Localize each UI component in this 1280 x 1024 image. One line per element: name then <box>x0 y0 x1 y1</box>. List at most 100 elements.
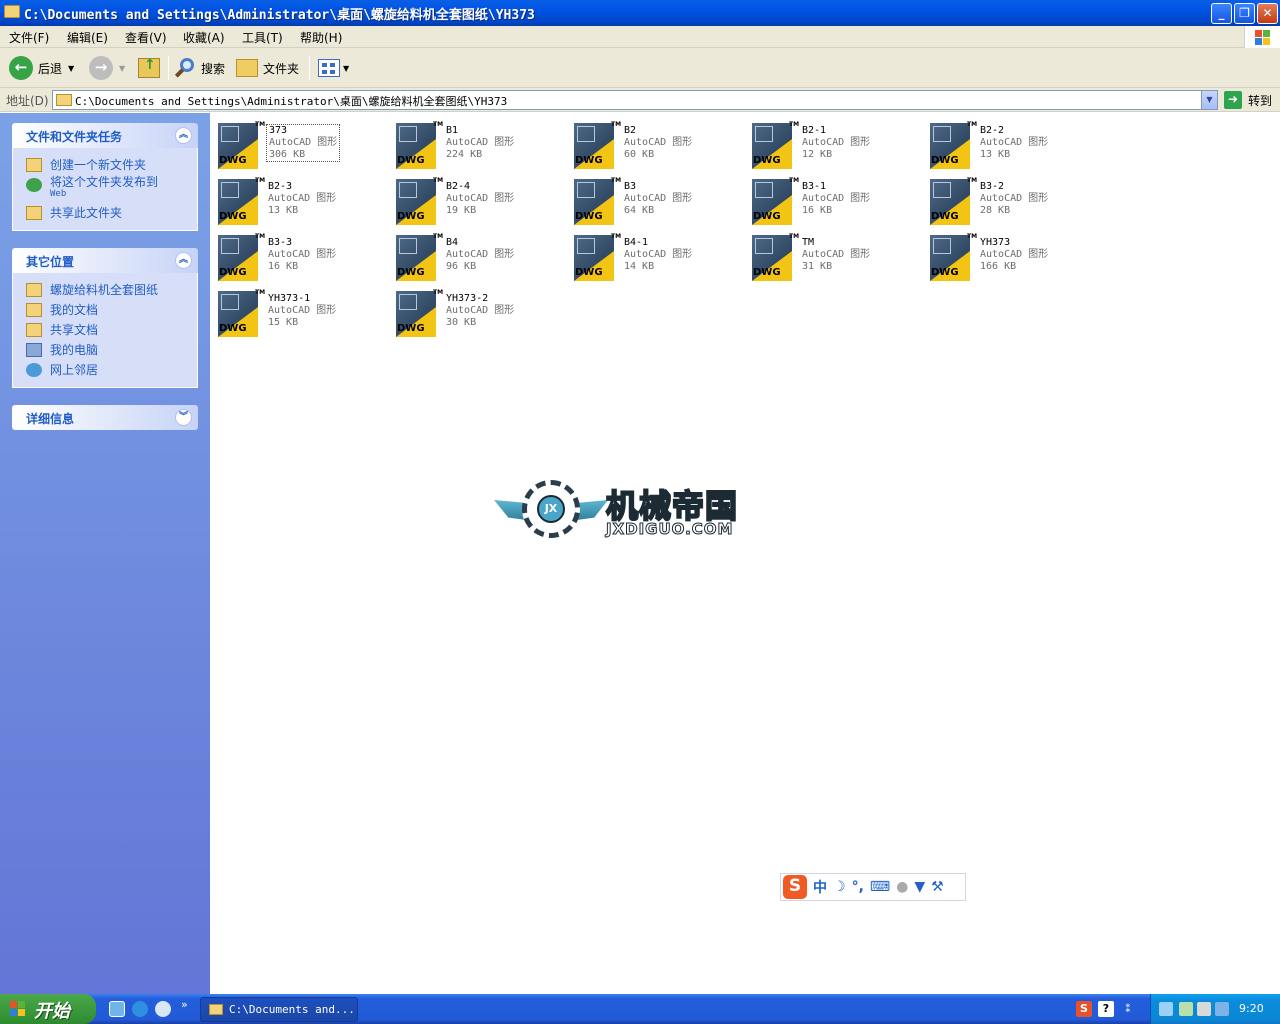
other-places-header[interactable]: 其它位置 ︽ <box>12 248 198 273</box>
place-shared-documents[interactable]: 共享文档 <box>13 321 197 341</box>
file-item[interactable]: DWG TM YH373-1 AutoCAD 图形 15 KB <box>212 284 390 340</box>
chevron-down-icon[interactable]: ▼ <box>68 64 74 73</box>
file-type: AutoCAD 图形 <box>980 249 1049 260</box>
ime-mode[interactable]: 中 <box>813 877 827 897</box>
go-button[interactable]: ➜ 转到 <box>1224 91 1272 109</box>
go-label: 转到 <box>1248 93 1273 108</box>
wrench-icon[interactable]: ⚒ <box>931 879 944 895</box>
chevron-down-icon[interactable]: ▼ <box>1201 91 1217 109</box>
file-name: YH373 <box>980 237 1011 248</box>
punctuation-icon[interactable]: °, <box>852 879 864 895</box>
show-desktop-icon[interactable] <box>109 1001 125 1017</box>
menu-help[interactable]: 帮助(H) <box>300 29 342 46</box>
place-label: 我的电脑 <box>50 343 99 357</box>
forward-button[interactable]: → ▼ <box>89 56 125 80</box>
file-item[interactable]: DWG TM B1 AutoCAD 图形 224 KB <box>390 116 568 172</box>
volume-icon[interactable] <box>1215 1002 1229 1016</box>
file-item[interactable]: DWG TM B3-2 AutoCAD 图形 28 KB <box>924 172 1102 228</box>
file-item[interactable]: DWG TM B2 AutoCAD 图形 60 KB <box>568 116 746 172</box>
file-item[interactable]: DWG TM B2-1 AutoCAD 图形 12 KB <box>746 116 924 172</box>
device-icon[interactable] <box>1197 1002 1211 1016</box>
ime-tray-icon[interactable]: ⁑ <box>1120 1001 1136 1017</box>
views-button[interactable]: ▼ <box>318 56 349 80</box>
file-tasks-header[interactable]: 文件和文件夹任务 ︽ <box>12 123 198 148</box>
collapse-icon[interactable]: ︽ <box>175 127 192 144</box>
place-network[interactable]: 网上邻居 <box>13 361 197 381</box>
file-item[interactable]: DWG TM B2-2 AutoCAD 图形 13 KB <box>924 116 1102 172</box>
dwg-file-icon: DWG TM <box>396 177 443 225</box>
quick-launch-icon[interactable] <box>155 1001 171 1017</box>
toolbar: ← 后退 ▼ → ▼ ↑ 搜索 文件夹 ▼ <box>0 48 1280 88</box>
search-button[interactable]: 搜索 <box>174 56 225 80</box>
address-value[interactable]: C:\Documents and Settings\Administrator\… <box>75 93 507 109</box>
address-bar: 地址(D) C:\Documents and Settings\Administ… <box>0 88 1280 112</box>
forward-arrow-icon: → <box>89 56 113 80</box>
file-item[interactable]: DWG TM B4-1 AutoCAD 图形 14 KB <box>568 228 746 284</box>
file-item[interactable]: DWG TM YH373 AutoCAD 图形 166 KB <box>924 228 1102 284</box>
network-icon[interactable] <box>1159 1002 1173 1016</box>
maximize-button[interactable]: ❐ <box>1234 3 1255 24</box>
back-button[interactable]: ← 后退 ▼ <box>9 56 74 80</box>
file-item[interactable]: DWG TM TM AutoCAD 图形 31 KB <box>746 228 924 284</box>
file-item[interactable]: DWG TM YH373-2 AutoCAD 图形 30 KB <box>390 284 568 340</box>
file-tasks-panel: 文件和文件夹任务 ︽ 创建一个新文件夹 将这个文件夹发布到 Web 共享此文件夹 <box>12 123 198 231</box>
up-folder-button[interactable]: ↑ <box>138 56 160 80</box>
file-item[interactable]: DWG TM 373 AutoCAD 图形 306 KB <box>212 116 390 172</box>
minimize-button[interactable]: _ <box>1211 3 1232 24</box>
dwg-file-icon: DWG TM <box>396 289 443 337</box>
menu-edit[interactable]: 编辑(E) <box>67 29 108 46</box>
file-name: B2-2 <box>980 125 1005 136</box>
menu-favorites[interactable]: 收藏(A) <box>183 29 225 46</box>
sogou-tray-icon[interactable]: S <box>1076 1001 1092 1017</box>
chevron-down-icon[interactable]: ▼ <box>343 64 349 73</box>
place-my-documents[interactable]: 我的文档 <box>13 301 197 321</box>
expand-icon[interactable]: ︾ <box>175 409 192 426</box>
file-name: 373 <box>269 125 288 136</box>
close-button[interactable]: ✕ <box>1257 3 1278 24</box>
help-icon[interactable]: ? <box>1098 1001 1114 1017</box>
folders-button[interactable]: 文件夹 <box>236 56 299 80</box>
file-type: AutoCAD 图形 <box>446 305 515 316</box>
file-item[interactable]: DWG TM B3-3 AutoCAD 图形 16 KB <box>212 228 390 284</box>
file-item[interactable]: DWG TM B2-4 AutoCAD 图形 19 KB <box>390 172 568 228</box>
collapse-icon[interactable]: ︽ <box>175 252 192 269</box>
quick-launch-more[interactable]: » <box>181 998 188 1011</box>
share-folder-icon <box>26 206 42 220</box>
place-parent-folder[interactable]: 螺旋给料机全套图纸 <box>13 281 197 301</box>
file-size: 64 KB <box>624 205 655 216</box>
computer-icon <box>26 343 42 357</box>
menu-view[interactable]: 查看(V) <box>125 29 167 46</box>
place-my-computer[interactable]: 我的电脑 <box>13 341 197 361</box>
chevron-down-icon[interactable]: ▼ <box>119 64 125 73</box>
sogou-logo-icon[interactable]: S <box>783 875 807 899</box>
file-item[interactable]: DWG TM B3 AutoCAD 图形 64 KB <box>568 172 746 228</box>
moon-icon[interactable]: ☽ <box>833 879 846 895</box>
file-size: 13 KB <box>268 205 299 216</box>
menu-tools[interactable]: 工具(T) <box>242 29 283 46</box>
dwg-file-icon: DWG TM <box>574 177 621 225</box>
file-item[interactable]: DWG TM B2-3 AutoCAD 图形 13 KB <box>212 172 390 228</box>
file-name: B3-2 <box>980 181 1005 192</box>
task-publish-web[interactable]: 将这个文件夹发布到 Web <box>13 176 197 204</box>
start-button[interactable]: 开始 <box>0 994 96 1024</box>
task-share-folder[interactable]: 共享此文件夹 <box>13 204 197 224</box>
task-label: 共享此文件夹 <box>50 206 123 220</box>
folder-icon <box>56 94 72 106</box>
user-icon[interactable]: ● <box>896 879 908 895</box>
address-input[interactable]: C:\Documents and Settings\Administrator\… <box>52 90 1218 110</box>
taskbar-window-button[interactable]: C:\Documents and... <box>200 997 358 1022</box>
security-icon[interactable] <box>1179 1002 1193 1016</box>
file-item[interactable]: DWG TM B3-1 AutoCAD 图形 16 KB <box>746 172 924 228</box>
file-name: B2 <box>624 125 637 136</box>
place-label: 共享文档 <box>50 323 99 337</box>
panel-body: 螺旋给料机全套图纸 我的文档 共享文档 我的电脑 网上邻居 <box>12 273 198 388</box>
file-type: AutoCAD 图形 <box>269 137 338 148</box>
file-item[interactable]: DWG TM B4 AutoCAD 图形 96 KB <box>390 228 568 284</box>
keyboard-icon[interactable]: ⌨ <box>870 879 890 895</box>
menu-file[interactable]: 文件(F) <box>9 29 49 46</box>
internet-explorer-icon[interactable] <box>132 1001 148 1017</box>
details-header[interactable]: 详细信息 ︾ <box>12 405 198 430</box>
task-new-folder[interactable]: 创建一个新文件夹 <box>13 156 197 176</box>
file-size: 14 KB <box>624 261 655 272</box>
skin-icon[interactable]: ▼ <box>914 879 925 895</box>
